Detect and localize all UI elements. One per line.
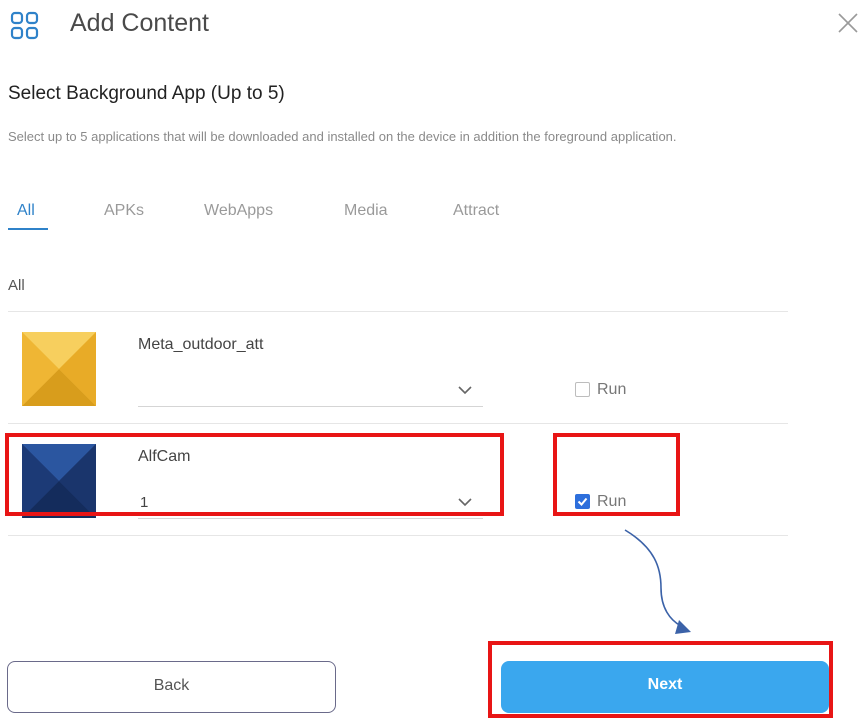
chevron-down-icon [458, 386, 472, 395]
dialog-title: Add Content [70, 9, 209, 37]
chevron-down-icon [458, 498, 472, 507]
run-label: Run [597, 381, 627, 398]
section-title: Select Background App (Up to 5) [8, 83, 285, 104]
content-tabs: All APKs WebApps Media Attract [0, 198, 600, 234]
app-thumbnail [22, 332, 96, 406]
grid-icon [10, 11, 39, 40]
close-icon[interactable] [836, 11, 860, 35]
app-name: Meta_outdoor_att [138, 336, 264, 353]
tab-attract[interactable]: Attract [453, 198, 499, 224]
next-button[interactable]: Next [501, 661, 829, 713]
annotation-arrow-icon [624, 529, 691, 634]
version-select-value: 1 [140, 494, 149, 511]
tab-apks[interactable]: APKs [104, 198, 144, 224]
app-name: AlfCam [138, 448, 191, 465]
back-button[interactable]: Back [7, 661, 336, 713]
active-tab-indicator [8, 228, 48, 230]
version-select[interactable] [138, 376, 483, 407]
list-item: Meta_outdoor_att Run [0, 312, 790, 424]
tab-all[interactable]: All [17, 198, 35, 224]
run-label: Run [597, 493, 627, 510]
tab-webapps[interactable]: WebApps [204, 198, 273, 224]
app-thumbnail [22, 444, 96, 518]
section-description: Select up to 5 applications that will be… [8, 129, 677, 144]
group-label: All [8, 277, 25, 294]
checkbox-icon [575, 382, 590, 397]
checkbox-checked-icon [575, 494, 590, 509]
tab-media[interactable]: Media [344, 198, 388, 224]
version-select[interactable]: 1 [138, 488, 483, 519]
list-item: AlfCam 1 Run [0, 424, 790, 536]
